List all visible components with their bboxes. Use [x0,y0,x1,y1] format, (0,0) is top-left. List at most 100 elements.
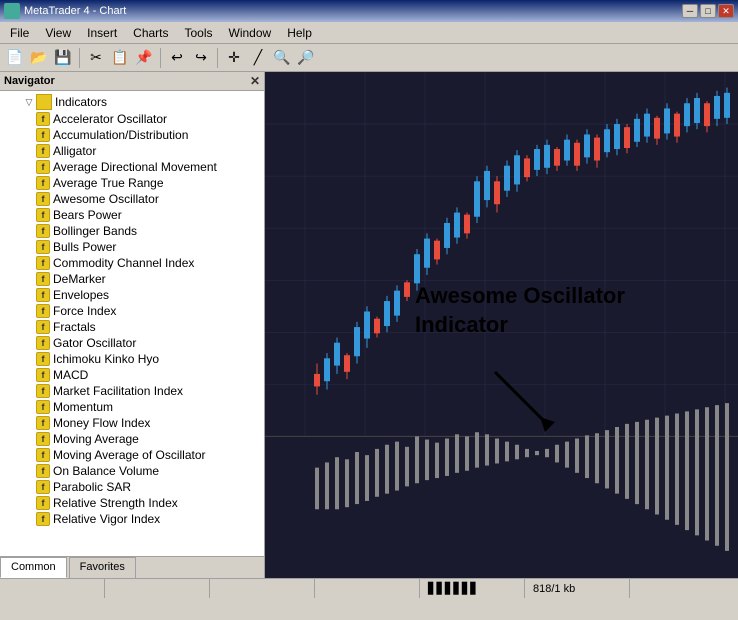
indicator-icon: f [36,256,50,270]
toolbar-sep2 [160,48,161,68]
indicator-item[interactable]: f Moving Average [0,431,264,447]
indicator-item[interactable]: f On Balance Volume [0,463,264,479]
navigator-close-button[interactable]: ✕ [250,74,260,88]
toolbar-line[interactable]: ╱ [247,47,269,69]
indicator-item[interactable]: f Relative Vigor Index [0,511,264,527]
indicator-label: Market Facilitation Index [53,384,183,398]
toolbar-undo[interactable]: ↩ [166,47,188,69]
status-seg4 [319,579,420,598]
indicators-label: Indicators [55,95,107,109]
indicator-icon: f [36,112,50,126]
indicator-icon: f [36,144,50,158]
tab-common[interactable]: Common [0,557,67,578]
annotation-line1: Awesome Oscillator [415,283,625,308]
indicator-label: On Balance Volume [53,464,159,478]
close-button[interactable]: ✕ [718,4,734,18]
menu-help[interactable]: Help [281,24,318,42]
indicator-icon: f [36,240,50,254]
chart-area[interactable]: Awesome Oscillator Indicator [265,72,738,578]
indicator-icon: f [36,176,50,190]
menu-tools[interactable]: Tools [179,24,219,42]
indicator-label: Commodity Channel Index [53,256,194,270]
indicator-icon: f [36,448,50,462]
toolbar-open[interactable]: 📂 [28,47,50,69]
indicator-icon: f [36,416,50,430]
indicator-icon: f [36,512,50,526]
indicator-item[interactable]: f Alligator [0,143,264,159]
toolbar-redo[interactable]: ↪ [190,47,212,69]
status-seg1 [4,579,105,598]
indicator-icon: f [36,432,50,446]
main-area: Navigator ✕ ▽ Indicators f Accelerator O… [0,72,738,578]
status-seg2 [109,579,210,598]
indicator-label: Fractals [53,320,96,334]
title-bar-left: MetaTrader 4 - Chart [4,3,126,19]
indicator-item[interactable]: f Envelopes [0,287,264,303]
tree-area[interactable]: ▽ Indicators f Accelerator Oscillator f … [0,91,264,556]
toolbar-crosshair[interactable]: ✛ [223,47,245,69]
title-bar-buttons[interactable]: ─ □ ✕ [682,4,734,18]
toolbar-sep3 [217,48,218,68]
menu-charts[interactable]: Charts [127,24,174,42]
toolbar-cut[interactable]: ✂ [85,47,107,69]
toolbar-save[interactable]: 💾 [52,47,74,69]
indicators-icon [36,94,52,110]
indicator-item[interactable]: f Awesome Oscillator [0,191,264,207]
indicator-label: Relative Strength Index [53,496,178,510]
indicator-item[interactable]: f DeMarker [0,271,264,287]
indicator-item[interactable]: f Average Directional Movement [0,159,264,175]
indicator-item[interactable]: f Gator Oscillator [0,335,264,351]
indicator-label: Average True Range [53,176,164,190]
indicator-item[interactable]: f Parabolic SAR [0,479,264,495]
toolbar-zoom-in[interactable]: 🔍 [271,47,293,69]
expand-icon[interactable]: ▽ [22,95,36,109]
status-seg7 [634,579,734,598]
indicator-item[interactable]: f Bears Power [0,207,264,223]
menu-view[interactable]: View [39,24,77,42]
indicator-item[interactable]: f Bulls Power [0,239,264,255]
indicator-icon: f [36,320,50,334]
toolbar-copy[interactable]: 📋 [109,47,131,69]
indicator-label: Bollinger Bands [53,224,137,238]
indicator-item[interactable]: f Fractals [0,319,264,335]
title-bar: MetaTrader 4 - Chart ─ □ ✕ [0,0,738,22]
indicator-item[interactable]: f Ichimoku Kinko Hyo [0,351,264,367]
indicator-icon: f [36,128,50,142]
menu-window[interactable]: Window [223,24,278,42]
indicator-label: Accelerator Oscillator [53,112,167,126]
indicator-label: Relative Vigor Index [53,512,160,526]
tree-indicators-root[interactable]: ▽ Indicators [0,93,264,111]
status-seg6: 818/1 kb [529,579,630,598]
indicator-item[interactable]: f Accumulation/Distribution [0,127,264,143]
navigator-title: Navigator [4,75,55,87]
minimize-button[interactable]: ─ [682,4,698,18]
toolbar-zoom-out[interactable]: 🔎 [295,47,317,69]
indicator-label: Moving Average of Oscillator [53,448,206,462]
indicator-item[interactable]: f Average True Range [0,175,264,191]
navigator-header: Navigator ✕ [0,72,264,91]
toolbar-new[interactable]: 📄 [4,47,26,69]
indicator-icon: f [36,384,50,398]
menu-insert[interactable]: Insert [81,24,123,42]
indicator-item[interactable]: f Money Flow Index [0,415,264,431]
indicator-icon: f [36,480,50,494]
tab-favorites[interactable]: Favorites [69,557,136,578]
indicator-item[interactable]: f MACD [0,367,264,383]
navigator-content: ▽ Indicators f Accelerator Oscillator f … [0,91,264,556]
indicator-item[interactable]: f Moving Average of Oscillator [0,447,264,463]
toolbar-paste[interactable]: 📌 [133,47,155,69]
indicator-item[interactable]: f Market Facilitation Index [0,383,264,399]
indicator-label: Gator Oscillator [53,336,136,350]
indicator-icon: f [36,336,50,350]
indicator-item[interactable]: f Relative Strength Index [0,495,264,511]
indicator-item[interactable]: f Commodity Channel Index [0,255,264,271]
menu-file[interactable]: File [4,24,35,42]
indicator-item[interactable]: f Momentum [0,399,264,415]
indicator-label: Momentum [53,400,113,414]
indicator-icon: f [36,192,50,206]
indicator-item[interactable]: f Bollinger Bands [0,223,264,239]
maximize-button[interactable]: □ [700,4,716,18]
indicator-item[interactable]: f Accelerator Oscillator [0,111,264,127]
indicator-item[interactable]: f Force Index [0,303,264,319]
indicator-icon: f [36,400,50,414]
